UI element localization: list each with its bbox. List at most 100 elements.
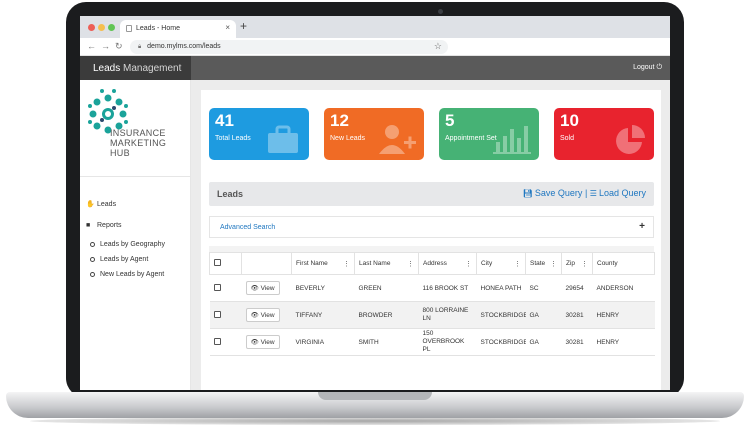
power-icon: ⏻	[656, 64, 662, 71]
row-checkbox[interactable]	[213, 310, 221, 318]
cell-last-name: BROWDER	[354, 301, 419, 329]
select-all-checkbox[interactable]	[214, 259, 221, 266]
logout-button[interactable]: Logout ⏻	[633, 64, 662, 72]
save-icon: 💾︎	[522, 189, 533, 198]
brand-title: Leads Management	[80, 56, 191, 80]
advanced-search-toggle[interactable]: Advanced Search +	[209, 216, 654, 238]
sidebar-item-leads-by-geography[interactable]: Leads by Geography	[90, 241, 165, 248]
logout-label: Logout	[633, 64, 655, 71]
column-last-name[interactable]: Last Name ⋮	[354, 252, 419, 275]
leads-table: First Name ⋮ Last Name ⋮ Address ⋮ City ⋮ St…	[209, 252, 655, 356]
save-query-button[interactable]: 💾︎ Save Query	[523, 188, 583, 198]
column-first-name[interactable]: First Name ⋮	[291, 252, 355, 275]
leads-title: Leads	[217, 189, 244, 199]
expand-plus-icon[interactable]: +	[639, 221, 645, 232]
brand-light: Management	[123, 63, 182, 74]
view-button[interactable]: 👁︎ View	[245, 308, 280, 322]
cell-first-name: TIFFANY	[291, 301, 355, 329]
table-row[interactable]: 👁︎ View TIFFANY BROWDER 800 LORRAINE LN …	[209, 301, 655, 329]
book-icon: ■	[86, 222, 91, 229]
column-menu-icon[interactable]: ⋮	[514, 260, 521, 268]
row-checkbox[interactable]	[213, 283, 221, 291]
column-menu-icon[interactable]: ⋮	[581, 260, 588, 268]
column-menu-icon[interactable]: ⋮	[343, 260, 350, 268]
action-column-header	[241, 252, 292, 275]
load-query-button[interactable]: ☰ Load Query	[590, 188, 646, 198]
laptop-shadow	[30, 417, 720, 425]
cell-city: STOCKBRIDGE	[476, 301, 526, 329]
cell-address: 150 OVERBROOK PL	[418, 328, 477, 356]
column-state[interactable]: State ⋮	[525, 252, 562, 275]
new-leads-card[interactable]: 12 New Leads	[324, 108, 424, 160]
column-menu-icon[interactable]: ⋮	[465, 260, 472, 268]
sidebar-item-leads-by-agent[interactable]: Leads by Agent	[90, 256, 148, 263]
briefcase-icon	[268, 125, 298, 153]
cell-state: GA	[525, 328, 562, 356]
table-header-row: First Name ⋮ Last Name ⋮ Address ⋮ City ⋮ St…	[209, 252, 655, 275]
page-icon	[126, 25, 132, 32]
cell-state: SC	[525, 274, 562, 302]
column-zip[interactable]: Zip ⋮	[561, 252, 593, 275]
column-menu-icon[interactable]: ⋮	[407, 260, 414, 268]
sidebar: INSURANCE MARKETING HUB ✋ Leads ■ Reports …	[80, 80, 191, 390]
forward-arrow-icon[interactable]: →	[101, 41, 110, 51]
circle-icon	[90, 257, 95, 262]
circle-icon	[90, 242, 95, 247]
sidebar-item-reports[interactable]: ■ Reports	[86, 222, 122, 229]
main-content: 41 Total Leads 12 New Leads 5 Appointmen…	[191, 80, 670, 390]
view-button[interactable]: 👁︎ View	[245, 335, 280, 349]
leads-toolbar: Leads 💾︎ Save Query | ☰ Load Query	[209, 182, 654, 206]
cell-address: 116 BROOK ST	[418, 274, 477, 302]
close-window-button[interactable]	[88, 24, 95, 31]
reload-icon[interactable]: ↻	[115, 41, 123, 52]
cell-zip: 30281	[561, 301, 593, 329]
list-icon: ☰	[589, 189, 597, 198]
table-row[interactable]: 👁︎ View VIRGINIA SMITH 150 OVERBROOK PL …	[209, 328, 655, 356]
row-checkbox[interactable]	[213, 337, 221, 345]
bookmark-star-icon[interactable]: ☆	[434, 41, 442, 52]
browser-toolbar: ← → ↻ 🔒︎ demo.mylms.com/leads ☆	[80, 38, 670, 56]
dashboard-panel: 41 Total Leads 12 New Leads 5 Appointmen…	[201, 90, 661, 390]
column-city[interactable]: City ⋮	[476, 252, 526, 275]
cell-first-name: VIRGINIA	[291, 328, 355, 356]
cell-city: HONEA PATH	[476, 274, 526, 302]
cell-county: HENRY	[592, 301, 655, 329]
cell-address: 800 LORRAINE LN	[418, 301, 477, 329]
handshake-icon: ✋	[86, 201, 95, 208]
address-bar[interactable]: 🔒︎ demo.mylms.com/leads ☆	[130, 40, 448, 54]
back-arrow-icon[interactable]: ←	[87, 41, 96, 51]
camera	[438, 9, 443, 14]
browser-tab[interactable]: Leads - Home ×	[120, 20, 236, 38]
appointment-set-card[interactable]: 5 Appointment Set	[439, 108, 539, 160]
sidebar-item-new-leads-by-agent[interactable]: New Leads by Agent	[90, 271, 164, 278]
cell-county: ANDERSON	[592, 274, 655, 302]
cell-zip: 29654	[561, 274, 593, 302]
cell-zip: 30281	[561, 328, 593, 356]
url-text: demo.mylms.com/leads	[147, 43, 221, 50]
eye-icon: 👁︎	[250, 312, 259, 319]
total-leads-card[interactable]: 41 Total Leads	[209, 108, 309, 160]
laptop-notch	[318, 392, 432, 400]
view-button[interactable]: 👁︎ View	[245, 281, 280, 295]
query-actions: 💾︎ Save Query | ☰ Load Query	[522, 188, 646, 198]
logo-text: INSURANCE MARKETING HUB	[110, 128, 167, 158]
cell-state: GA	[525, 301, 562, 329]
maximize-window-button[interactable]	[108, 24, 115, 31]
sidebar-item-leads[interactable]: ✋ Leads	[86, 200, 116, 208]
minimize-window-button[interactable]	[98, 24, 105, 31]
cell-last-name: GREEN	[354, 274, 419, 302]
column-menu-icon[interactable]: ⋮	[550, 260, 557, 268]
tab-close-button[interactable]: ×	[225, 23, 230, 32]
column-county[interactable]: County	[592, 252, 655, 275]
eye-icon: 👁︎	[250, 339, 259, 346]
tab-title: Leads - Home	[136, 25, 180, 32]
sold-card[interactable]: 10 Sold	[554, 108, 654, 160]
column-address[interactable]: Address ⋮	[418, 252, 477, 275]
browser-tabbar: Leads - Home × +	[80, 16, 670, 38]
screen: Leads - Home × + ← → ↻ 🔒︎ demo.mylms.com…	[80, 16, 670, 390]
bar-chart-icon	[493, 126, 531, 154]
lock-icon: 🔒︎	[138, 44, 142, 50]
pie-chart-icon	[616, 125, 645, 154]
new-tab-button[interactable]: +	[240, 19, 247, 33]
table-row[interactable]: 👁︎ View BEVERLY GREEN 116 BROOK ST HONEA…	[209, 274, 655, 302]
